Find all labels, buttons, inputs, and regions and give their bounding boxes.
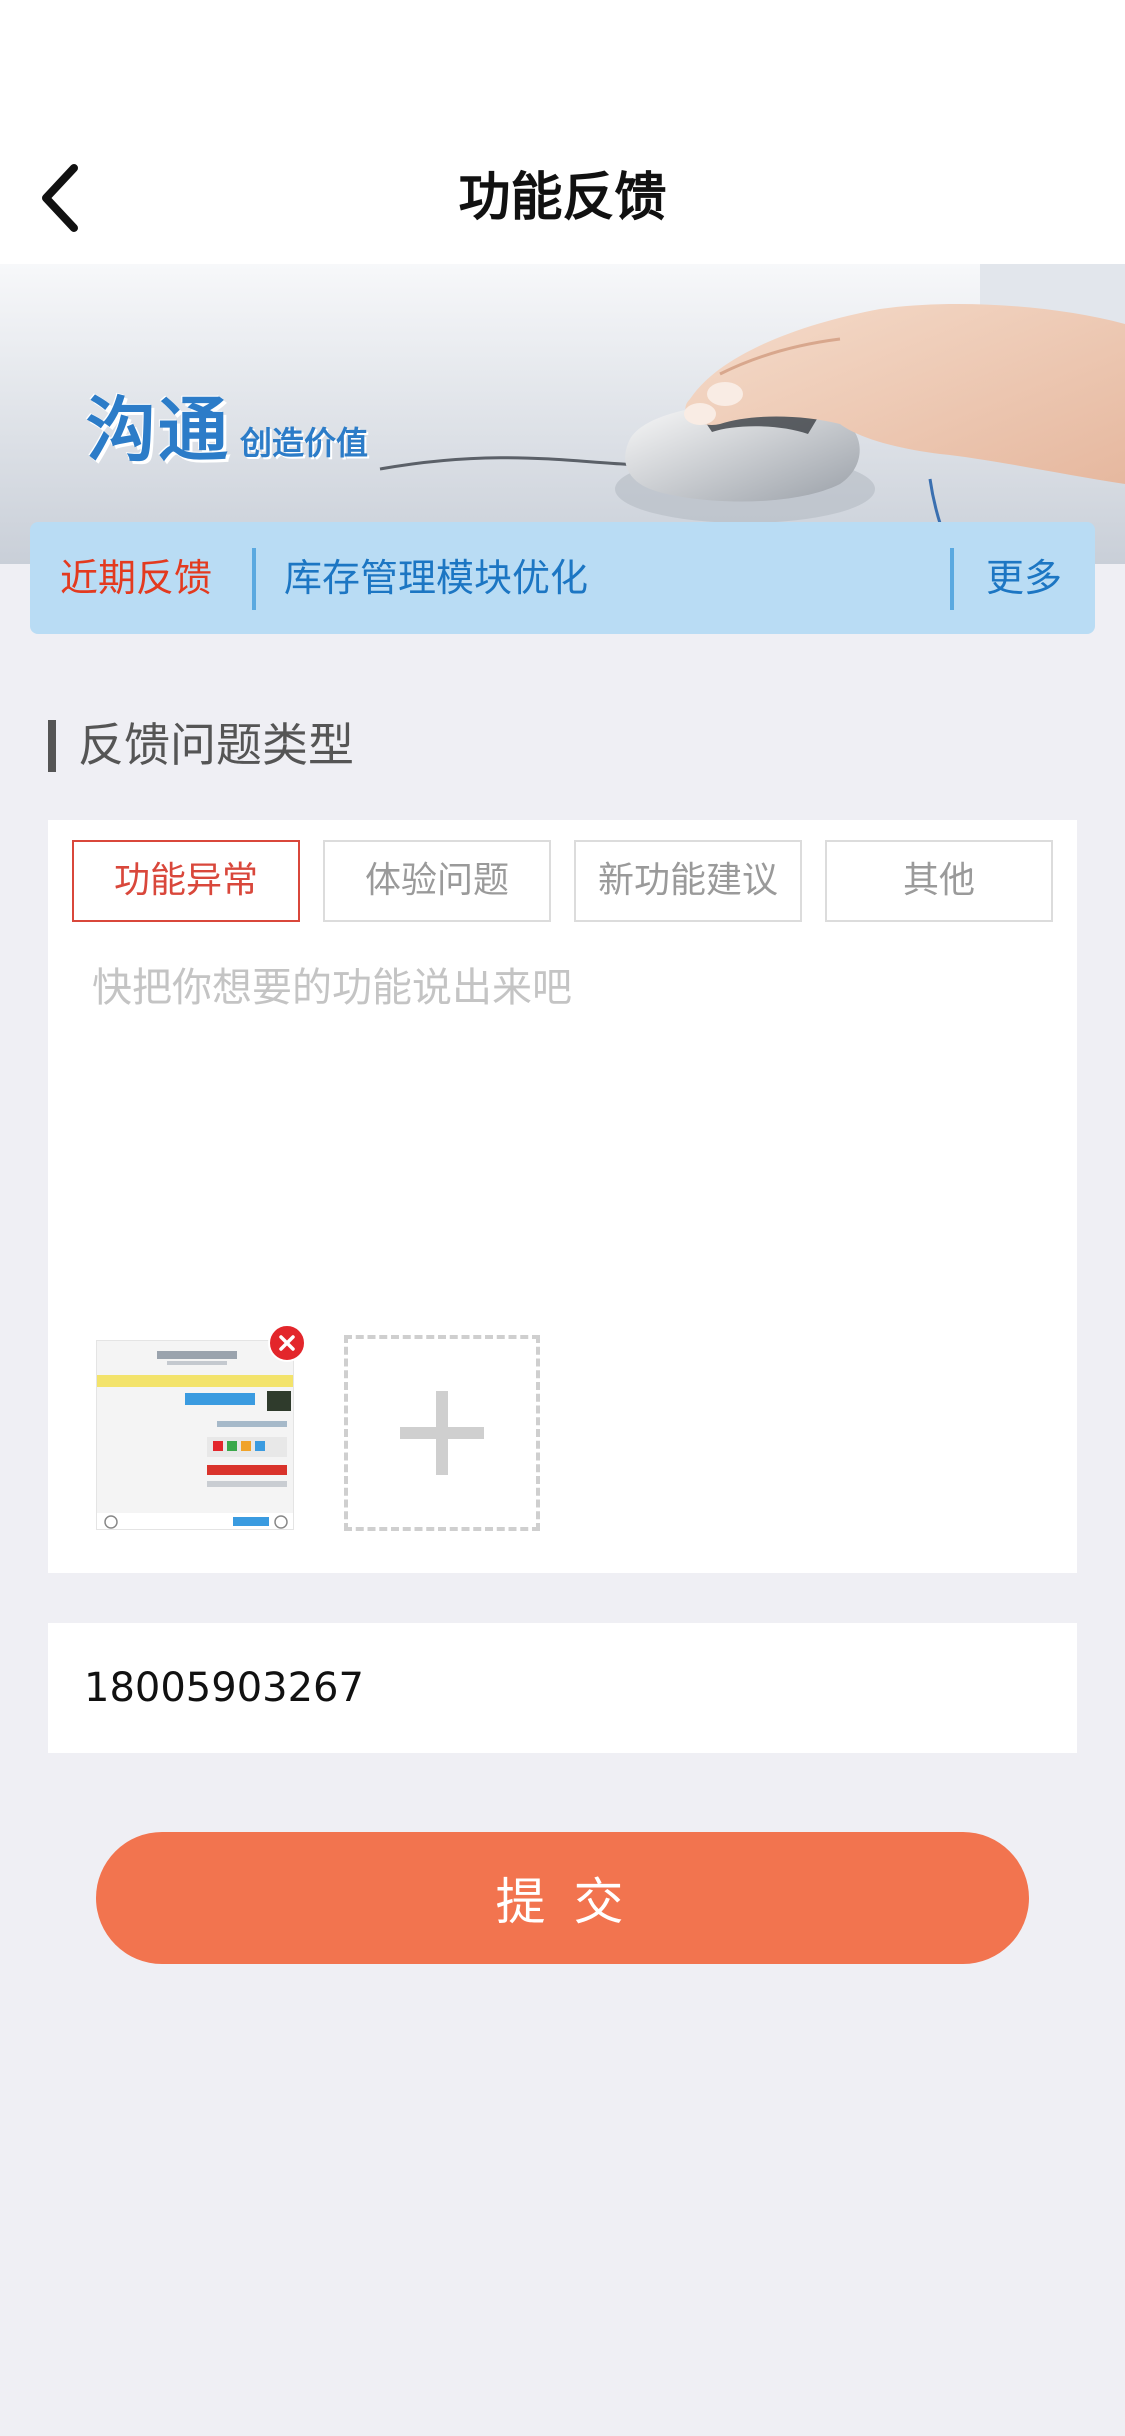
attachment-preview-image (97, 1341, 293, 1529)
navigation-bar: 功能反馈 (0, 132, 1125, 264)
divider (950, 548, 954, 610)
plus-icon (400, 1391, 484, 1475)
page-title: 功能反馈 (458, 168, 667, 228)
more-link[interactable]: 更多 (986, 522, 1062, 634)
type-option-new-feature[interactable]: 新功能建议 (574, 840, 802, 922)
section-marker (48, 720, 56, 772)
type-option-experience[interactable]: 体验问题 (323, 840, 551, 922)
status-bar (0, 0, 1125, 132)
banner-brand-sub: 创造价值 (240, 424, 369, 462)
add-attachment-button[interactable] (344, 1335, 540, 1531)
recent-feedback-bar[interactable]: 近期反馈 库存管理模块优化 更多 (30, 522, 1095, 634)
divider (252, 548, 256, 610)
banner: 沟通 创造价值 (0, 264, 1125, 564)
submit-button[interactable]: 提 交 (96, 1832, 1029, 1964)
recent-feedback-tag: 近期反馈 (60, 556, 213, 600)
banner-brand-main: 沟通 (86, 389, 230, 471)
close-icon (279, 1335, 295, 1351)
section-title: 反馈问题类型 (78, 718, 354, 772)
contact-field (48, 1623, 1077, 1753)
feedback-textarea[interactable] (92, 960, 1032, 1320)
banner-brand: 沟通 创造价值 (86, 374, 368, 475)
remove-attachment-button[interactable] (268, 1324, 306, 1362)
recent-feedback-text[interactable]: 库存管理模块优化 (284, 522, 588, 634)
feedback-card: 功能异常 体验问题 新功能建议 其他 (48, 820, 1077, 1573)
phone-input[interactable] (84, 1623, 1034, 1753)
type-option-function-error[interactable]: 功能异常 (72, 840, 300, 922)
attachment-thumbnail[interactable] (96, 1340, 294, 1530)
type-option-other[interactable]: 其他 (825, 840, 1053, 922)
